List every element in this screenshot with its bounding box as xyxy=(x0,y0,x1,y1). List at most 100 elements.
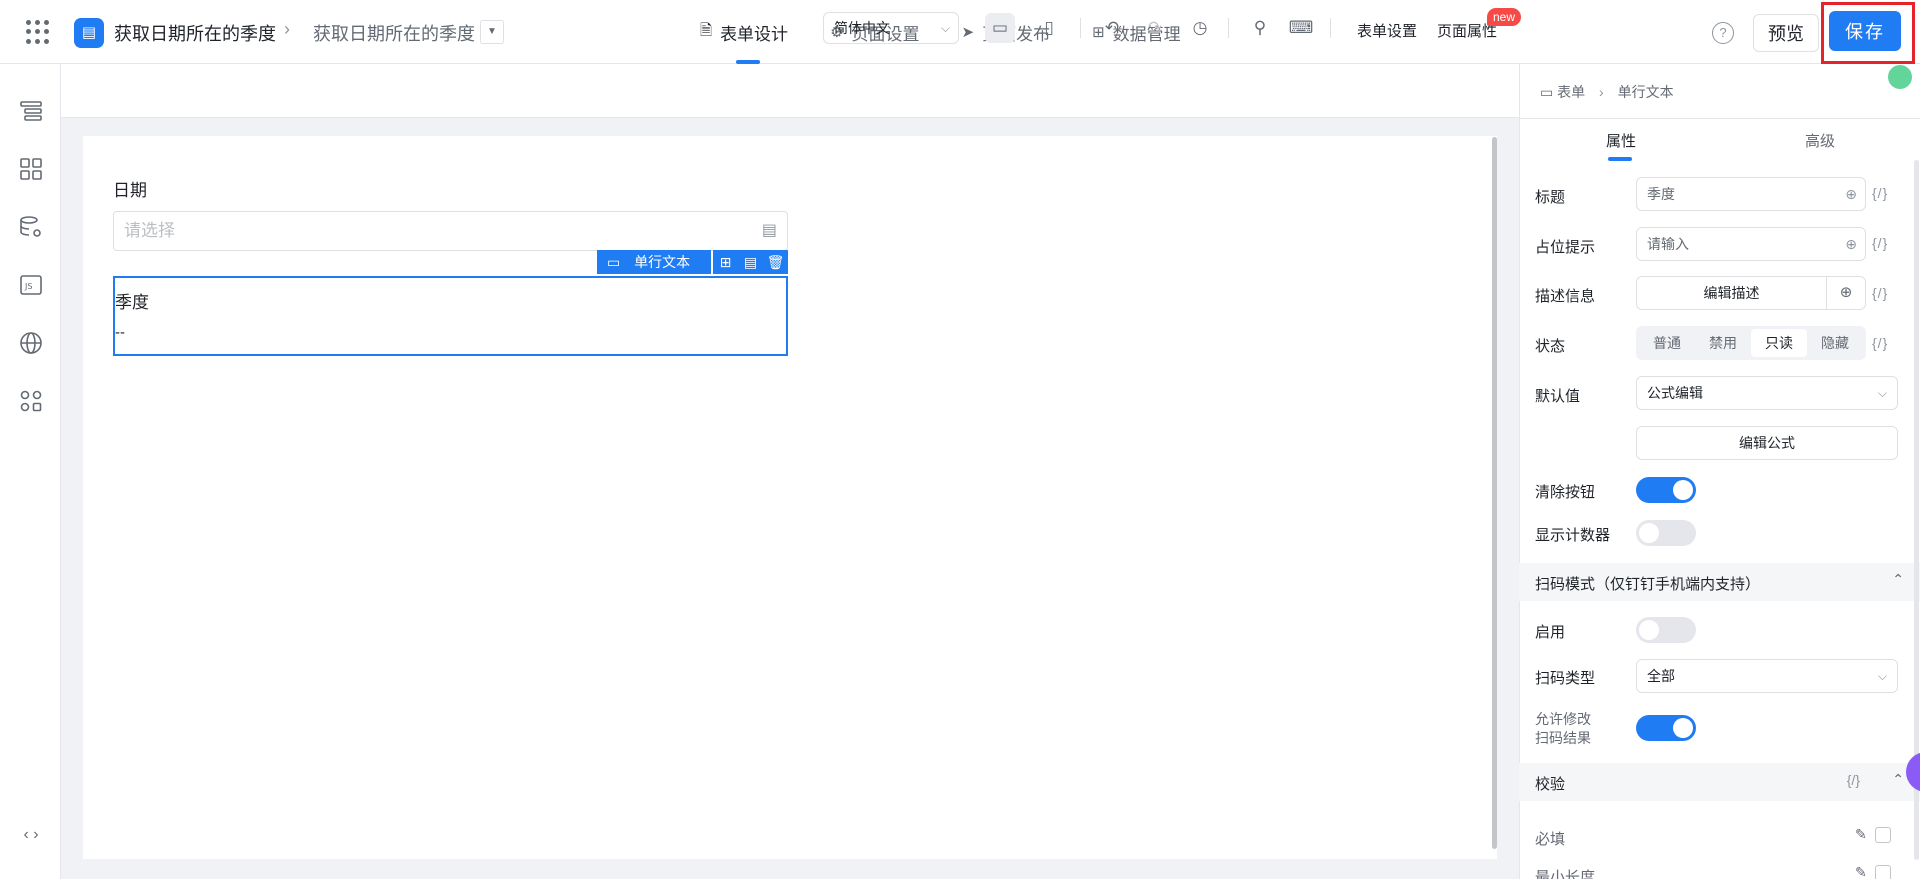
title-value: 季度 xyxy=(1647,186,1675,202)
date-picker-field[interactable]: 请选择 ▤ xyxy=(113,211,788,251)
quarter-field-label: 季度 xyxy=(115,293,149,312)
globe-icon[interactable]: ⊕ xyxy=(1845,228,1857,260)
edit-icon[interactable]: ✎ xyxy=(1855,864,1867,879)
globe-icon[interactable]: ⊕ xyxy=(1845,178,1857,210)
allow-modify-label-line2: 扫码结果 xyxy=(1535,730,1591,746)
add-component-icon[interactable]: ⊞ xyxy=(716,254,736,271)
toolbar-divider xyxy=(1228,18,1229,38)
component-type-label: 单行文本 xyxy=(634,254,691,270)
text-field-icon: ▭ xyxy=(607,254,621,270)
default-value-select[interactable]: 公式编辑 ⌵ xyxy=(1636,376,1898,410)
breadcrumb-form[interactable]: 表单 xyxy=(1557,84,1585,100)
chevron-up-icon[interactable]: ⌃ xyxy=(1892,571,1904,588)
plugins-icon[interactable] xyxy=(18,388,44,414)
status-hidden[interactable]: 隐藏 xyxy=(1807,329,1863,357)
mobile-view-icon[interactable]: ▯ xyxy=(1034,13,1064,43)
selected-text-field[interactable]: 季度 -- xyxy=(113,276,788,356)
components-grid-icon[interactable] xyxy=(18,156,44,182)
app-grid-icon[interactable] xyxy=(26,20,50,44)
scan-enable-toggle[interactable] xyxy=(1636,617,1696,643)
edit-formula-button[interactable]: 编辑公式 xyxy=(1636,426,1898,460)
language-value: 简体中文 xyxy=(834,20,890,36)
help-icon[interactable]: ? xyxy=(1712,22,1734,44)
globe-icon[interactable] xyxy=(18,330,44,356)
allow-modify-label: 允许修改 扫码结果 xyxy=(1535,710,1591,748)
formula-binding-icon[interactable]: {/} xyxy=(1872,335,1888,351)
date-field-label: 日期 xyxy=(113,181,147,200)
redo-icon[interactable]: ↷ xyxy=(1140,13,1170,43)
outline-tree-icon[interactable] xyxy=(18,98,44,124)
active-tab-indicator xyxy=(1608,157,1632,161)
clear-button-toggle[interactable] xyxy=(1636,477,1696,503)
js-code-icon[interactable]: JS xyxy=(18,272,44,298)
status-normal[interactable]: 普通 xyxy=(1639,329,1695,357)
edit-description-button[interactable]: 编辑描述 xyxy=(1636,276,1827,310)
scan-mode-title: 扫码模式（仅钉钉手机端内支持） xyxy=(1535,576,1761,593)
min-length-controls: ✎ xyxy=(1855,864,1891,879)
formula-binding-icon[interactable]: {/} xyxy=(1872,185,1888,201)
tab-properties[interactable]: 属性 xyxy=(1606,130,1636,151)
panel-breadcrumb: ▭ 表单 › 单行文本 xyxy=(1540,82,1674,102)
data-source-icon[interactable] xyxy=(18,214,44,240)
min-length-label: 最小长度 xyxy=(1535,869,1596,879)
tab-label: 表单设计 xyxy=(720,24,789,44)
date-placeholder: 请选择 xyxy=(124,221,175,240)
status-readonly[interactable]: 只读 xyxy=(1751,329,1807,357)
edit-icon[interactable]: ✎ xyxy=(1855,826,1867,843)
form-icon: ▭ xyxy=(1540,84,1558,100)
breadcrumb-component: 单行文本 xyxy=(1617,84,1674,100)
delete-icon[interactable]: 🗑 xyxy=(766,254,786,271)
chevron-up-icon[interactable]: ⌃ xyxy=(1892,771,1904,788)
min-length-checkbox[interactable] xyxy=(1874,865,1891,879)
chevron-right-icon: › xyxy=(1599,84,1604,100)
chevron-down-icon: ⌵ xyxy=(940,21,950,35)
canvas-toolbar xyxy=(61,64,1519,118)
desktop-view-icon[interactable]: ▭ xyxy=(985,13,1015,43)
status-segmented-control: 普通 禁用 只读 隐藏 xyxy=(1636,326,1866,360)
show-counter-toggle[interactable] xyxy=(1636,520,1696,546)
placeholder-input[interactable]: 请输入 ⊕ xyxy=(1636,227,1866,261)
app-title[interactable]: 获取日期所在的季度 xyxy=(114,20,276,46)
left-sidebar: JS ‹ › xyxy=(0,64,61,879)
allow-modify-label-line1: 允许修改 xyxy=(1535,711,1591,727)
title-label: 标题 xyxy=(1535,189,1566,206)
keyboard-icon[interactable]: ⌨ xyxy=(1286,13,1316,43)
tab-form-design[interactable]: 🗎 表单设计 xyxy=(700,0,788,64)
chevron-down-icon: ⌵ xyxy=(1877,386,1887,400)
formula-binding-icon[interactable]: {/} xyxy=(1872,235,1888,251)
status-dot xyxy=(1888,65,1912,89)
formula-binding-icon[interactable]: {/} xyxy=(1847,772,1860,788)
history-icon[interactable]: ◷ xyxy=(1185,13,1215,43)
scan-mode-section[interactable]: 扫码模式（仅钉钉手机端内支持） ⌃ xyxy=(1519,563,1920,601)
page-dropdown-button[interactable]: ▼ xyxy=(480,20,504,44)
required-controls: ✎ xyxy=(1855,826,1891,843)
placeholder-label: 占位提示 xyxy=(1535,239,1596,256)
component-actions: ⊞ ▤ 🗑 xyxy=(713,250,788,274)
validation-section[interactable]: 校验 {/} ⌃ xyxy=(1519,763,1920,801)
language-select[interactable]: 简体中文 ⌵ xyxy=(823,12,959,44)
search-icon[interactable]: ⚲ xyxy=(1245,13,1275,43)
canvas-scrollbar[interactable] xyxy=(1492,137,1497,849)
preview-button[interactable]: 预览 xyxy=(1753,14,1819,52)
form-settings-button[interactable]: 表单设置 xyxy=(1357,20,1417,41)
save-button[interactable]: 保存 xyxy=(1829,11,1901,51)
required-checkbox[interactable] xyxy=(1874,827,1891,843)
page-title[interactable]: 获取日期所在的季度 xyxy=(313,20,475,46)
title-input[interactable]: 季度 ⊕ xyxy=(1636,177,1866,211)
default-value-label: 默认值 xyxy=(1535,388,1581,405)
new-badge: new xyxy=(1487,8,1522,26)
clear-button-label: 清除按钮 xyxy=(1535,484,1596,501)
default-value-mode: 公式编辑 xyxy=(1647,385,1703,401)
formula-binding-icon[interactable]: {/} xyxy=(1872,285,1888,301)
scan-type-select[interactable]: 全部 ⌵ xyxy=(1636,659,1898,693)
copy-icon[interactable]: ▤ xyxy=(741,254,761,271)
undo-icon[interactable]: ↶ xyxy=(1097,13,1127,43)
form-app-icon: ▤ xyxy=(74,18,104,48)
panel-divider xyxy=(1519,118,1920,119)
validation-title: 校验 xyxy=(1535,776,1566,793)
source-code-icon[interactable]: ‹ › xyxy=(18,822,44,848)
allow-modify-toggle[interactable] xyxy=(1636,715,1696,741)
tab-advanced[interactable]: 高级 xyxy=(1805,130,1835,151)
status-disabled[interactable]: 禁用 xyxy=(1695,329,1751,357)
globe-icon[interactable]: ⊕ xyxy=(1826,276,1866,310)
